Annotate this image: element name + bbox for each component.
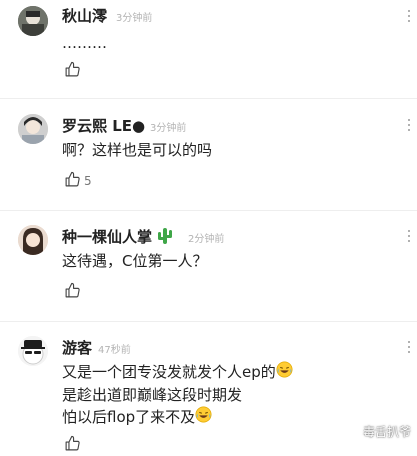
comment-item: 种一棵仙人掌 2分钟前 这待遇，C位第一人？ [0, 211, 417, 321]
comment-line: ……… [62, 34, 107, 52]
like-count: 5 [84, 174, 92, 188]
thumbs-up-icon [64, 171, 81, 192]
comment-item: 罗云熙 LE● 3分钟前 啊？这样也是可以的吗 5 [0, 99, 417, 210]
like-button[interactable]: 5 [64, 171, 92, 192]
comment-line-text: 怕以后flop了来不及 [62, 408, 196, 426]
timestamp: 2分钟前 [188, 234, 225, 245]
more-vertical-icon[interactable] [407, 119, 411, 131]
timestamp: 47秒前 [98, 345, 131, 356]
comment-text: 啊？这样也是可以的吗 [62, 139, 212, 161]
username[interactable]: 罗云熙 LE● [62, 115, 145, 136]
tears-of-joy-emoji [276, 361, 293, 384]
username[interactable]: 种一棵仙人掌 [62, 226, 173, 249]
comment-item: 秋山澪 3分钟前 ……… [0, 0, 417, 98]
cactus-emoji [157, 227, 173, 249]
comment-text: 又是一个团专没发就发个人ep的 是趁出道即巅峰这段时期发 怕以后flop了来不及 [62, 361, 293, 429]
thumbs-up-icon [64, 282, 81, 303]
comment-text: ……… [62, 32, 107, 54]
like-button[interactable] [64, 282, 84, 303]
comment-line: 这待遇，C位第一人？ [62, 252, 208, 270]
watermark: 毒舌扒爷 [362, 425, 411, 439]
comment-line: 啊？这样也是可以的吗 [62, 141, 213, 159]
more-vertical-icon[interactable] [407, 341, 411, 353]
like-button[interactable] [64, 61, 84, 82]
comment-line-text: 又是一个团专没发就发个人ep的 [62, 363, 276, 381]
comment-line: 是趁出道即巅峰这段时期发 [62, 386, 243, 404]
like-button[interactable] [64, 435, 84, 456]
comment-line: 怕以后flop了来不及 [62, 406, 293, 429]
username-text: 种一棵仙人掌 [62, 228, 153, 246]
avatar[interactable] [18, 225, 48, 255]
avatar[interactable] [18, 114, 48, 144]
avatar[interactable] [18, 336, 48, 366]
more-vertical-icon[interactable] [407, 230, 411, 242]
thumbs-up-icon [64, 435, 81, 456]
comment-line: 又是一个团专没发就发个人ep的 [62, 361, 293, 384]
username[interactable]: 游客 [62, 337, 92, 358]
timestamp: 3分钟前 [150, 123, 187, 134]
comment-item: 游客 47秒前 又是一个团专没发就发个人ep的 是趁出道即巅峰这段时期发 怕以后… [0, 322, 417, 450]
comment-text: 这待遇，C位第一人？ [62, 250, 207, 272]
timestamp: 3分钟前 [116, 13, 153, 24]
thumbs-up-icon [64, 61, 81, 82]
username[interactable]: 秋山澪 [62, 5, 107, 26]
more-vertical-icon[interactable] [407, 10, 411, 22]
tears-of-joy-emoji [195, 406, 212, 429]
avatar[interactable] [18, 6, 48, 36]
